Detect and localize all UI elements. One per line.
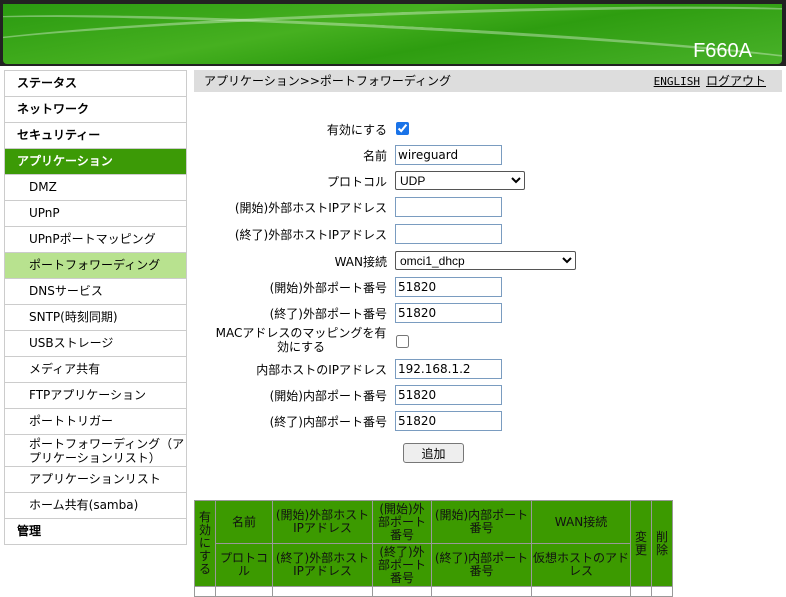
ext-host-end-label: (終了)外部ホストIPアドレス [234,228,387,242]
col-ext-host-start: (開始)外部ホストIPアドレス [272,500,373,544]
sidebar-item[interactable]: ポートフォワーディング [5,252,186,278]
sidebar-item[interactable]: ネットワーク [5,96,186,122]
col-int-port-start: (開始)内部ポート番号 [431,500,532,544]
header-banner: F660A [0,0,786,66]
ext-host-start-label: (開始)外部ホストIPアドレス [234,201,387,215]
ext-port-end-input[interactable] [395,303,502,323]
port-forwarding-table: 有効にする 名前 (開始)外部ホストIPアドレス (開始)外部ポート番号 (開始… [194,500,673,597]
col-enable: 有効にする [194,500,216,587]
mac-map-label: MACアドレスのマッピングを有効にする [215,326,387,354]
protocol-select[interactable]: UDP [395,171,525,190]
col-modify: 変更 [630,500,652,587]
name-label: 名前 [362,149,387,163]
sidebar-item[interactable]: アプリケーションリスト [5,466,186,492]
sidebar-item[interactable]: アプリケーション [5,148,186,174]
sidebar-item[interactable]: ポートフォワーディング（アプリケーションリスト） [5,434,186,466]
ext-port-start-label: (開始)外部ポート番号 [269,281,387,295]
col-ext-port-start: (開始)外部ポート番号 [372,500,432,544]
ext-host-start-input[interactable] [395,197,502,217]
col-wan: WAN接続 [531,500,631,544]
int-port-start-label: (開始)内部ポート番号 [269,389,387,403]
sidebar-item[interactable]: ステータス [5,70,186,96]
english-link[interactable]: ENGLISH [654,75,700,88]
int-host-label: 内部ホストのIPアドレス [256,363,387,377]
col-ext-host-end: (終了)外部ホストIPアドレス [272,543,373,587]
sidebar-item[interactable]: FTPアプリケーション [5,382,186,408]
int-host-input[interactable] [395,359,502,379]
model-name: F660A [693,40,752,62]
ext-host-end-input[interactable] [395,224,502,244]
sidebar-item[interactable]: DMZ [5,174,186,200]
sidebar-item[interactable]: SNTP(時刻同期) [5,304,186,330]
logout-link[interactable]: ログアウト [706,74,766,88]
col-name: 名前 [215,500,273,544]
ext-port-end-label: (終了)外部ポート番号 [269,307,387,321]
add-button[interactable]: 追加 [403,443,464,463]
wan-select[interactable]: omci1_dhcp [395,251,576,270]
name-input[interactable] [395,145,502,165]
enable-row: 有効にする [194,119,694,139]
sidebar: ステータス ネットワーク セキュリティー アプリケーション DMZ UPnP UPnPポート… [4,70,187,545]
sidebar-item[interactable]: 管理 [5,518,186,544]
sidebar-item[interactable]: メディア共有 [5,356,186,382]
mac-map-checkbox[interactable] [396,335,409,348]
col-protocol: プロトコル [215,543,273,587]
protocol-label: プロトコル [326,175,387,189]
wan-label: WAN接続 [334,255,387,269]
int-port-start-input[interactable] [395,385,502,405]
sidebar-item[interactable]: UPnP [5,200,186,226]
sidebar-item[interactable]: ホーム共有(samba) [5,492,186,518]
sidebar-item[interactable]: USBストレージ [5,330,186,356]
breadcrumb-bar: アプリケーション>>ポートフォワーディング ENGLISH ログアウト [194,70,782,92]
sidebar-item[interactable]: DNSサービス [5,278,186,304]
enable-label: 有効にする [326,123,387,137]
sidebar-item[interactable]: セキュリティー [5,122,186,148]
breadcrumb: アプリケーション>>ポートフォワーディング [204,74,452,88]
col-int-port-end: (終了)内部ポート番号 [431,543,532,587]
int-port-end-input[interactable] [395,411,502,431]
col-delete: 削除 [651,500,673,587]
ext-port-start-input[interactable] [395,277,502,297]
col-virtual-host: 仮想ホストのアドレス [531,543,631,587]
sidebar-item[interactable]: UPnPポートマッピング [5,226,186,252]
int-port-end-label: (終了)内部ポート番号 [269,415,387,429]
enable-checkbox[interactable] [396,122,409,135]
sidebar-item[interactable]: ポートトリガー [5,408,186,434]
col-ext-port-end: (終了)外部ポート番号 [372,543,432,587]
